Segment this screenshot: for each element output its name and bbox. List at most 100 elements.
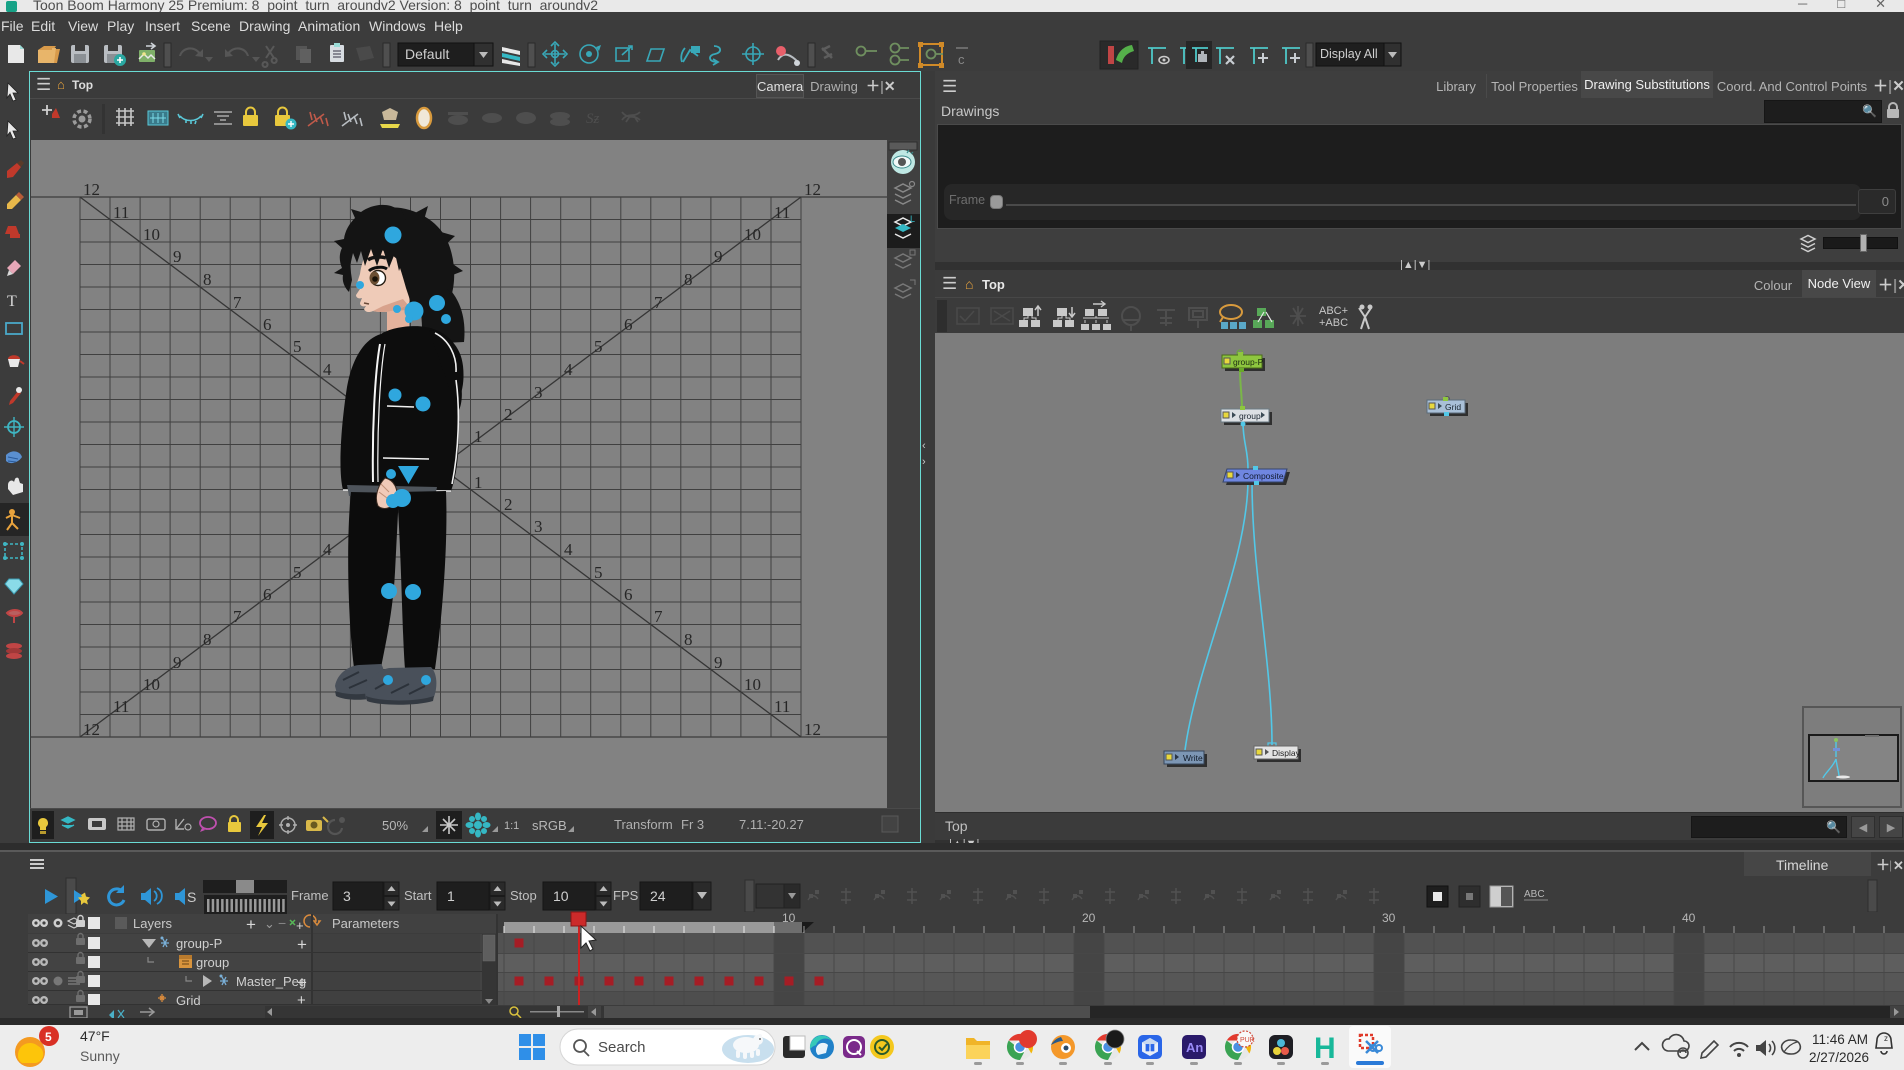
svg-text:5: 5 [293, 563, 302, 582]
svg-text:Sƶ: Sƶ [586, 111, 600, 127]
svg-text:Display All: Display All [1320, 47, 1378, 61]
svg-text:Write: Write [1183, 753, 1203, 763]
svg-text:11: 11 [774, 697, 790, 716]
svg-text:＋: ＋ [1876, 857, 1890, 873]
svg-text:24: 24 [650, 888, 666, 904]
svg-text:9: 9 [173, 247, 182, 266]
svg-text:1: 1 [474, 473, 483, 492]
svg-text:7: 7 [654, 607, 663, 626]
svg-text:2/27/2026: 2/27/2026 [1809, 1050, 1869, 1065]
svg-text:11:46 AM: 11:46 AM [1812, 1032, 1868, 1047]
svg-text:T: T [7, 293, 17, 310]
svg-text:8: 8 [203, 270, 212, 289]
svg-text:FPS: FPS [613, 888, 639, 903]
svg-text:group: group [196, 955, 229, 970]
svg-text:7: 7 [233, 293, 242, 312]
svg-text:L: L [910, 214, 915, 224]
svg-text:5: 5 [293, 337, 302, 356]
svg-text:c: c [958, 52, 965, 67]
svg-text:47°F: 47°F [80, 1028, 110, 1044]
svg-text:+ABC: +ABC [1319, 317, 1348, 329]
svg-text:ABC: ABC [1524, 889, 1545, 900]
svg-text:8: 8 [684, 630, 693, 649]
svg-text:7: 7 [654, 293, 663, 312]
svg-text:ABC+: ABC+ [1319, 305, 1348, 317]
svg-text:Default: Default [405, 46, 449, 62]
svg-text:50%: 50% [382, 818, 408, 833]
svg-text:+: + [297, 935, 307, 954]
svg-text:2: 2 [504, 405, 513, 424]
svg-text:6: 6 [263, 315, 272, 334]
svg-text:12: 12 [804, 720, 821, 739]
svg-text:6: 6 [263, 585, 272, 604]
svg-text:5: 5 [594, 563, 603, 582]
svg-text:H: H [1314, 1032, 1336, 1065]
svg-text:10: 10 [143, 225, 160, 244]
svg-text:Grid: Grid [1445, 402, 1461, 412]
svg-text:Transform: Transform [614, 817, 673, 832]
svg-text:5: 5 [594, 337, 603, 356]
svg-text:4: 4 [564, 360, 573, 379]
svg-text:6: 6 [624, 315, 633, 334]
svg-text:40: 40 [1682, 911, 1696, 925]
svg-text:Master_Peg: Master_Peg [236, 974, 306, 989]
svg-text:3: 3 [534, 383, 543, 402]
svg-text:9: 9 [173, 653, 182, 672]
svg-text:+: + [296, 918, 304, 933]
svg-text:Frame: Frame [291, 888, 329, 903]
svg-text:8: 8 [684, 270, 693, 289]
svg-text:1: 1 [447, 888, 455, 904]
svg-text:20: 20 [1082, 911, 1096, 925]
svg-text:30: 30 [1382, 911, 1396, 925]
svg-text:Search: Search [598, 1039, 646, 1056]
svg-text:Stop: Stop [510, 888, 537, 903]
svg-text:group-P: group-P [176, 936, 222, 951]
svg-text:+: + [246, 915, 256, 934]
svg-text:+: + [297, 973, 307, 992]
svg-text:8: 8 [203, 630, 212, 649]
svg-text:Start: Start [404, 888, 432, 903]
svg-text:|: | [1889, 858, 1892, 872]
svg-text:✕: ✕ [1893, 858, 1904, 873]
svg-text:3: 3 [534, 517, 543, 536]
svg-text:10: 10 [553, 888, 569, 904]
svg-text:5: 5 [45, 1030, 52, 1044]
svg-text:4: 4 [323, 360, 332, 379]
svg-text:7: 7 [233, 607, 242, 626]
svg-text:12: 12 [804, 180, 821, 199]
svg-text:Parameters: Parameters [332, 916, 400, 931]
svg-text:z: z [1884, 1034, 1888, 1043]
svg-text:11: 11 [113, 697, 129, 716]
svg-text:4: 4 [323, 540, 332, 559]
svg-text:PUR: PUR [1240, 1037, 1255, 1044]
svg-text:1:1: 1:1 [504, 820, 519, 832]
svg-text:10: 10 [744, 675, 761, 694]
svg-text:Layers: Layers [133, 916, 173, 931]
svg-text:11: 11 [113, 203, 129, 222]
svg-text:10: 10 [143, 675, 160, 694]
svg-text:9: 9 [714, 247, 723, 266]
svg-text:11: 11 [774, 203, 790, 222]
svg-text:−: − [278, 915, 286, 931]
svg-text:Composite: Composite [1243, 471, 1284, 481]
svg-text:3: 3 [343, 888, 351, 904]
svg-text:2: 2 [504, 495, 513, 514]
svg-text:7.11:-20.27: 7.11:-20.27 [739, 817, 804, 832]
svg-text:12: 12 [83, 720, 100, 739]
svg-text:10: 10 [744, 225, 761, 244]
svg-text:Timeline: Timeline [1776, 857, 1829, 873]
svg-text:10: 10 [782, 911, 796, 925]
svg-text:Display: Display [1272, 748, 1301, 758]
svg-text:4: 4 [564, 540, 573, 559]
svg-text:9: 9 [714, 653, 723, 672]
svg-text:▮▮: ▮▮ [1145, 1042, 1155, 1052]
svg-text:An: An [1186, 1040, 1203, 1055]
svg-text:12: 12 [83, 180, 100, 199]
svg-text:S: S [187, 889, 196, 905]
svg-text:1: 1 [474, 427, 483, 446]
svg-text:group-P: group-P [1233, 357, 1264, 367]
svg-text:6: 6 [624, 585, 633, 604]
svg-text:⌄: ⌄ [264, 916, 275, 931]
svg-text:Sunny: Sunny [80, 1048, 120, 1064]
svg-text:group: group [1239, 411, 1261, 421]
